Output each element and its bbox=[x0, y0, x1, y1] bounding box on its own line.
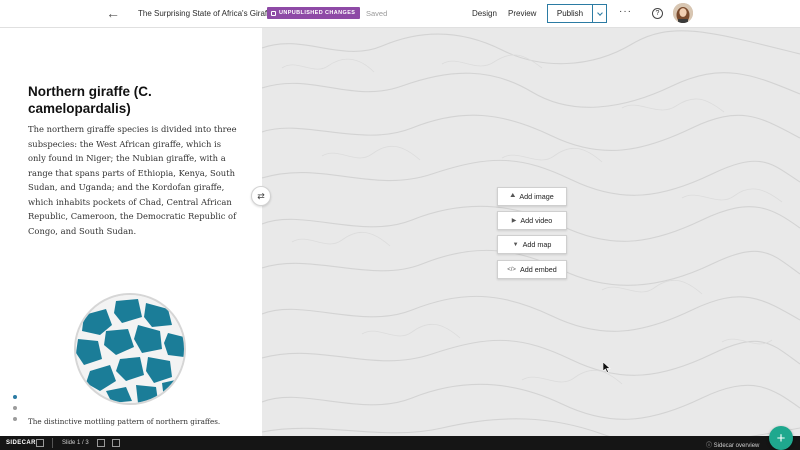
mouse-cursor-icon bbox=[603, 362, 611, 373]
preview-button[interactable]: Preview bbox=[508, 9, 536, 18]
narrative-panel: Northern giraffe (C. camelopardalis) The… bbox=[0, 28, 262, 436]
bottom-toolbar: SIDECAR Slide 1 / 3 ⓘ Sidecar overview bbox=[0, 436, 800, 450]
lock-icon bbox=[271, 10, 276, 16]
add-image-label: Add image bbox=[519, 192, 554, 201]
back-arrow-icon[interactable]: ← bbox=[106, 5, 120, 21]
image-caption[interactable]: The distinctive mottling pattern of nort… bbox=[28, 417, 220, 426]
add-map-label: Add map bbox=[522, 240, 552, 249]
info-icon: ⓘ bbox=[706, 443, 714, 449]
more-options-icon[interactable]: ··· bbox=[619, 6, 632, 17]
code-embed-icon: </> bbox=[507, 266, 516, 273]
add-map-button[interactable]: ▼ Add map bbox=[497, 235, 567, 254]
giraffe-pattern-image[interactable] bbox=[74, 293, 186, 405]
section-heading[interactable]: Northern giraffe (C. camelopardalis) bbox=[28, 83, 228, 117]
sidecar-overview-button[interactable]: ⓘ Sidecar overview bbox=[706, 440, 759, 449]
badge-label: UNPUBLISHED CHANGES bbox=[279, 10, 356, 16]
slide-dot-3[interactable] bbox=[13, 417, 17, 421]
stage-texture bbox=[262, 30, 800, 436]
divider bbox=[52, 438, 53, 448]
avatar[interactable] bbox=[673, 3, 693, 23]
design-button[interactable]: Design bbox=[472, 9, 497, 18]
slide-dot-1[interactable] bbox=[13, 395, 17, 399]
help-icon[interactable]: ? bbox=[652, 8, 663, 19]
giraffe-mottling-graphic bbox=[76, 295, 184, 403]
map-pin-icon: ▼ bbox=[512, 241, 519, 248]
narrative-body-text[interactable]: The northern giraffe species is divided … bbox=[28, 122, 240, 238]
slide-dot-2[interactable] bbox=[13, 406, 17, 410]
add-video-button[interactable]: ▶ Add video bbox=[497, 211, 567, 230]
delete-slide-icon[interactable] bbox=[112, 439, 120, 447]
unpublished-changes-badge: UNPUBLISHED CHANGES bbox=[267, 7, 361, 19]
chevron-down-icon bbox=[596, 9, 603, 16]
add-slide-button[interactable]: + bbox=[769, 426, 793, 450]
sidecar-overview-label: Sidecar overview bbox=[713, 443, 760, 449]
publish-button[interactable]: Publish bbox=[547, 4, 593, 23]
saved-status: Saved bbox=[366, 9, 388, 18]
publish-dropdown-button[interactable] bbox=[593, 4, 607, 23]
add-image-button[interactable]: ⛰ Add image bbox=[497, 187, 567, 206]
avatar-image bbox=[673, 3, 693, 23]
add-embed-label: Add embed bbox=[519, 265, 557, 274]
story-title[interactable]: The Surprising State of Africa's Giraffe… bbox=[138, 9, 278, 18]
add-embed-button[interactable]: </> Add embed bbox=[497, 260, 567, 279]
sidecar-settings-icon[interactable] bbox=[36, 439, 44, 447]
app-header: ← The Surprising State of Africa's Giraf… bbox=[0, 0, 800, 28]
swap-panel-icon[interactable]: ⇄ bbox=[251, 186, 271, 206]
duplicate-slide-icon[interactable] bbox=[97, 439, 105, 447]
media-stage bbox=[262, 28, 800, 436]
sidecar-label: SIDECAR bbox=[6, 440, 36, 446]
play-icon: ▶ bbox=[511, 218, 517, 224]
image-icon: ⛰ bbox=[510, 193, 516, 199]
add-video-label: Add video bbox=[520, 216, 553, 225]
slide-counter: Slide 1 / 3 bbox=[62, 440, 89, 446]
